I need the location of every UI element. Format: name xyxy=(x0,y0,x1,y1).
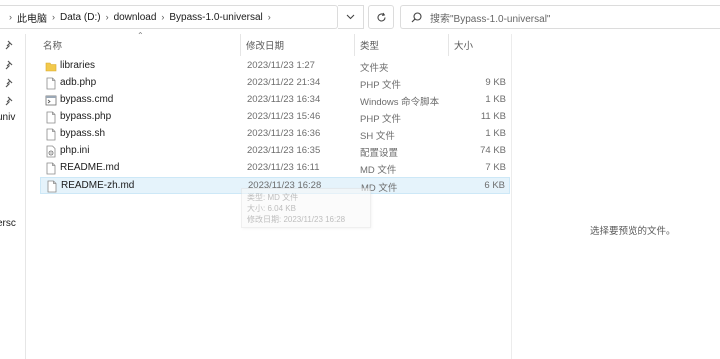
file-icon xyxy=(45,128,57,141)
tooltip-size: 大小: 6.04 KB xyxy=(247,204,296,213)
file-info-tooltip: 类型: MD 文件 大小: 6.04 KB 修改日期: 2023/11/23 1… xyxy=(241,188,371,228)
file-type: PHP 文件 xyxy=(360,114,402,125)
file-size: 11 KB xyxy=(480,111,506,122)
file-type: Windows 命令脚本 xyxy=(360,97,440,108)
chevron-right-icon[interactable]: › xyxy=(106,12,109,22)
file-size: 1 KB xyxy=(485,128,506,139)
file-name[interactable]: bypass.php xyxy=(60,111,111,122)
tooltip-date: 修改日期: 2023/11/23 16:28 xyxy=(247,215,346,224)
file-size: 7 KB xyxy=(485,162,506,173)
column-header-type[interactable]: 类型 xyxy=(360,38,379,52)
chevron-down-icon xyxy=(346,14,355,20)
search-input[interactable]: 搜索"Bypass-1.0-universal" xyxy=(400,5,720,29)
file-name[interactable]: php.ini xyxy=(60,145,89,156)
address-history-dropdown[interactable] xyxy=(338,5,364,29)
folder-icon xyxy=(45,60,57,73)
file-date: 2023/11/23 15:46 xyxy=(247,111,321,122)
file-size: 9 KB xyxy=(485,77,506,88)
column-divider[interactable] xyxy=(448,34,449,56)
file-row[interactable]: bypass.sh 2023/11/23 16:36 SH 文件 1 KB xyxy=(40,126,510,143)
search-placeholder: 搜索"Bypass-1.0-universal" xyxy=(430,13,551,25)
settings-file-icon xyxy=(45,145,57,158)
address-bar-row: › 此电脑 › Data (D:) › download › Bypass-1.… xyxy=(0,0,720,34)
search-icon xyxy=(411,11,422,22)
file-icon xyxy=(45,77,57,90)
file-name[interactable]: libraries xyxy=(60,60,95,71)
file-type: SH 文件 xyxy=(360,131,395,142)
file-size: 74 KB xyxy=(480,145,506,156)
file-type: 配置设置 xyxy=(360,148,399,159)
cmd-script-icon xyxy=(45,94,57,107)
column-header-size[interactable]: 大小 xyxy=(454,38,473,52)
navigation-pane: univ ersc xyxy=(0,34,26,359)
file-row[interactable]: README.md 2023/11/23 16:11 MD 文件 7 KB xyxy=(40,160,510,177)
file-row[interactable]: bypass.php 2023/11/23 15:46 PHP 文件 11 KB xyxy=(40,109,510,126)
chevron-right-icon[interactable]: › xyxy=(9,12,12,22)
file-name[interactable]: README.md xyxy=(60,162,119,173)
file-row[interactable]: libraries 2023/11/23 1:27 文件夹 xyxy=(40,58,510,75)
file-name[interactable]: adb.php xyxy=(60,77,96,88)
file-date: 2023/11/23 16:35 xyxy=(247,145,321,156)
breadcrumb-download[interactable]: download xyxy=(114,12,157,23)
file-type: MD 文件 xyxy=(360,165,397,176)
file-name[interactable]: bypass.cmd xyxy=(60,94,113,105)
column-divider[interactable] xyxy=(354,34,355,56)
file-date: 2023/11/23 16:34 xyxy=(247,94,321,105)
file-date: 2023/11/23 1:27 xyxy=(247,60,315,71)
column-header-date[interactable]: 修改日期 xyxy=(246,38,284,52)
sort-ascending-icon: ⌃ xyxy=(137,31,144,40)
file-row[interactable]: bypass.cmd 2023/11/23 16:34 Windows 命令脚本 1 … xyxy=(40,92,510,109)
tooltip-type: 类型: MD 文件 xyxy=(247,193,299,202)
column-header-row: ⌃ 名称 修改日期 类型 大小 xyxy=(27,31,510,56)
file-row[interactable]: adb.php 2023/11/22 21:34 PHP 文件 9 KB xyxy=(40,75,510,92)
refresh-icon xyxy=(376,12,386,22)
file-icon xyxy=(45,162,57,175)
pin-icon[interactable] xyxy=(5,60,15,70)
file-date: 2023/11/22 21:34 xyxy=(247,77,321,88)
file-name[interactable]: README-zh.md xyxy=(61,180,134,191)
chevron-right-icon[interactable]: › xyxy=(161,12,164,22)
file-date: 2023/11/23 16:11 xyxy=(247,162,320,173)
breadcrumb-this-pc[interactable]: 此电脑 xyxy=(17,10,47,25)
chevron-right-icon[interactable]: › xyxy=(52,12,55,22)
file-size: 6 KB xyxy=(484,180,505,191)
chevron-right-icon[interactable]: › xyxy=(268,12,271,22)
column-divider[interactable] xyxy=(240,34,241,56)
file-type: 文件夹 xyxy=(360,63,389,74)
file-icon xyxy=(45,111,57,124)
address-bar[interactable]: › 此电脑 › Data (D:) › download › Bypass-1.… xyxy=(0,5,338,29)
breadcrumb-drive[interactable]: Data (D:) xyxy=(60,12,101,23)
pin-icon[interactable] xyxy=(5,78,15,88)
file-size: 1 KB xyxy=(485,94,506,105)
file-row[interactable]: php.ini 2023/11/23 16:35 配置设置 74 KB xyxy=(40,143,510,160)
pin-icon[interactable] xyxy=(5,96,15,106)
file-date: 2023/11/23 16:36 xyxy=(247,128,321,139)
preview-message: 选择要预览的文件。 xyxy=(590,226,676,237)
nav-item-partial[interactable]: ersc xyxy=(0,218,16,229)
pin-icon[interactable] xyxy=(5,40,15,50)
column-header-name[interactable]: 名称 xyxy=(43,38,62,52)
breadcrumb-current-folder[interactable]: Bypass-1.0-universal xyxy=(169,12,262,23)
file-icon xyxy=(46,180,58,193)
nav-item-partial[interactable]: univ xyxy=(0,112,15,123)
preview-pane: 选择要预览的文件。 xyxy=(511,34,720,359)
file-type: PHP 文件 xyxy=(360,80,402,91)
refresh-button[interactable] xyxy=(368,5,394,29)
file-name[interactable]: bypass.sh xyxy=(60,128,105,139)
